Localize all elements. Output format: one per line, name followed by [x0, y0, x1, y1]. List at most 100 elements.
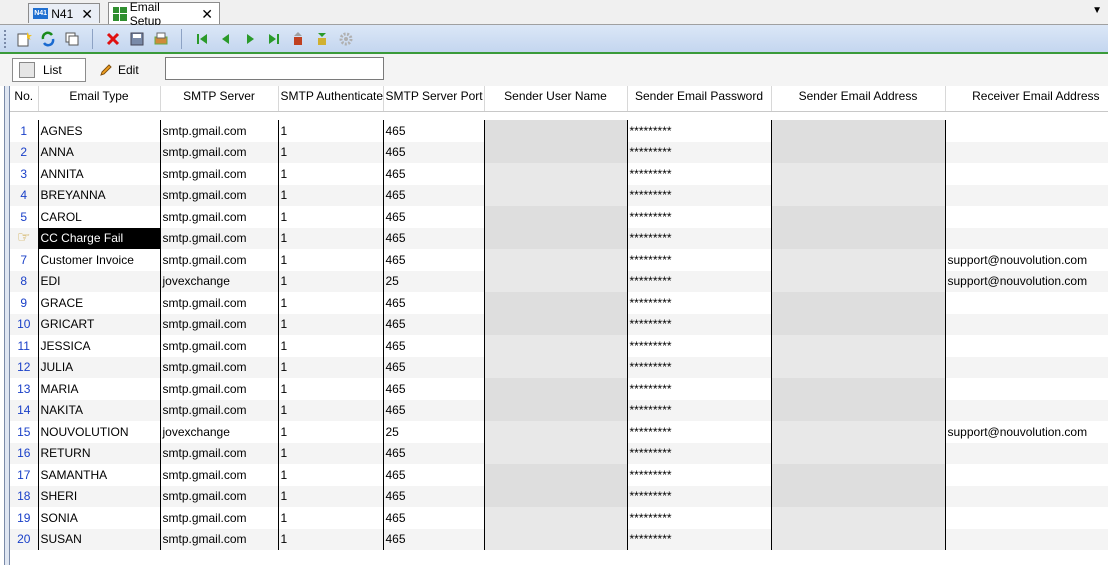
receiver-email-address-cell[interactable]: [944, 141, 1108, 163]
refresh-icon[interactable]: [37, 28, 59, 50]
smtp-port-cell[interactable]: 25: [382, 421, 484, 443]
sender-email-address-cell[interactable]: [770, 421, 945, 443]
row-number[interactable]: 3: [10, 163, 38, 185]
smtp-authenticate-cell[interactable]: 1: [277, 507, 383, 529]
list-mode-button[interactable]: List: [12, 58, 86, 82]
email-type-cell[interactable]: MARIA: [37, 378, 160, 400]
sender-email-address-cell[interactable]: [770, 270, 945, 292]
sender-user-name-cell[interactable]: [483, 464, 627, 486]
smtp-server-cell[interactable]: smtp.gmail.com: [159, 292, 278, 314]
sender-password-cell[interactable]: *********: [626, 249, 771, 271]
sender-password-cell[interactable]: *********: [626, 335, 771, 357]
receiver-email-address-cell[interactable]: [944, 184, 1108, 206]
sender-user-name-cell[interactable]: [483, 249, 627, 271]
row-number[interactable]: 2: [10, 141, 38, 163]
table-row[interactable]: 3 ANNITA smtp.gmail.com 1 465 *********: [10, 163, 1108, 185]
sender-password-cell[interactable]: *********: [626, 120, 771, 142]
table-row[interactable]: 19 SONIA smtp.gmail.com 1 465 *********: [10, 507, 1108, 529]
sender-email-address-cell[interactable]: [770, 163, 945, 185]
row-number[interactable]: 12: [10, 356, 38, 378]
receiver-email-address-cell[interactable]: [944, 206, 1108, 228]
sender-password-cell[interactable]: *********: [626, 184, 771, 206]
sender-password-cell[interactable]: *********: [626, 270, 771, 292]
smtp-port-cell[interactable]: 465: [382, 120, 484, 142]
smtp-server-cell[interactable]: smtp.gmail.com: [159, 227, 278, 249]
sender-password-cell[interactable]: *********: [626, 485, 771, 507]
email-type-cell[interactable]: ANNA: [37, 141, 160, 163]
sender-email-address-cell[interactable]: [770, 292, 945, 314]
sender-user-name-cell[interactable]: [483, 141, 627, 163]
table-row[interactable]: 17 SAMANTHA smtp.gmail.com 1 465 *********: [10, 464, 1108, 486]
table-row[interactable]: 1 AGNES smtp.gmail.com 1 465 *********: [10, 120, 1108, 142]
close-icon[interactable]: ✕: [81, 7, 93, 21]
smtp-authenticate-cell[interactable]: 1: [277, 292, 383, 314]
row-number[interactable]: 14: [10, 399, 38, 421]
table-row[interactable]: 14 NAKITA smtp.gmail.com 1 465 *********: [10, 399, 1108, 421]
new-record-icon[interactable]: [13, 28, 35, 50]
sender-email-address-cell[interactable]: [770, 442, 945, 464]
receiver-email-address-cell[interactable]: [944, 292, 1108, 314]
sender-user-name-cell[interactable]: [483, 421, 627, 443]
sender-email-address-cell[interactable]: [770, 378, 945, 400]
sender-user-name-cell[interactable]: [483, 485, 627, 507]
receiver-email-address-cell[interactable]: [944, 227, 1108, 249]
sender-password-cell[interactable]: *********: [626, 507, 771, 529]
edit-mode-button[interactable]: Edit: [92, 58, 158, 82]
email-type-cell[interactable]: SUSAN: [37, 528, 160, 550]
copy-icon[interactable]: [61, 28, 83, 50]
smtp-authenticate-cell[interactable]: 1: [277, 249, 383, 271]
sender-user-name-cell[interactable]: [483, 528, 627, 550]
receiver-email-address-cell[interactable]: [944, 356, 1108, 378]
export-icon[interactable]: [287, 28, 309, 50]
receiver-email-address-cell[interactable]: [944, 464, 1108, 486]
smtp-server-cell[interactable]: jovexchange: [159, 270, 278, 292]
smtp-authenticate-cell[interactable]: 1: [277, 421, 383, 443]
email-type-cell[interactable]: SAMANTHA: [37, 464, 160, 486]
table-row[interactable]: 11 JESSICA smtp.gmail.com 1 465 *********: [10, 335, 1108, 357]
receiver-email-address-cell[interactable]: [944, 163, 1108, 185]
tab-list-dropdown-icon[interactable]: ▼: [1092, 5, 1102, 16]
close-icon[interactable]: ✕: [201, 7, 213, 21]
receiver-email-address-cell[interactable]: [944, 528, 1108, 550]
smtp-port-cell[interactable]: 465: [382, 378, 484, 400]
settings-gear-icon[interactable]: [335, 28, 357, 50]
print-icon[interactable]: [150, 28, 172, 50]
smtp-port-cell[interactable]: 465: [382, 485, 484, 507]
row-number[interactable]: 8: [10, 270, 38, 292]
sender-email-address-cell[interactable]: [770, 528, 945, 550]
table-row[interactable]: 9 GRACE smtp.gmail.com 1 465 *********: [10, 292, 1108, 314]
row-number[interactable]: 7: [10, 249, 38, 271]
email-type-cell[interactable]: NOUVOLUTION: [37, 421, 160, 443]
email-type-cell[interactable]: EDI: [37, 270, 160, 292]
receiver-email-address-cell[interactable]: [944, 313, 1108, 335]
smtp-server-cell[interactable]: jovexchange: [159, 421, 278, 443]
smtp-port-cell[interactable]: 465: [382, 141, 484, 163]
smtp-port-cell[interactable]: 465: [382, 227, 484, 249]
smtp-port-cell[interactable]: 465: [382, 206, 484, 228]
smtp-server-cell[interactable]: smtp.gmail.com: [159, 356, 278, 378]
sender-password-cell[interactable]: *********: [626, 399, 771, 421]
col-header-smtp-authenticate[interactable]: SMTP Authenticate: [278, 86, 384, 112]
smtp-authenticate-cell[interactable]: 1: [277, 184, 383, 206]
receiver-email-address-cell[interactable]: support@nouvolution.com: [944, 421, 1108, 443]
table-row[interactable]: 8 EDI jovexchange 1 25 ********* support@nouvo…: [10, 270, 1108, 292]
smtp-port-cell[interactable]: 465: [382, 184, 484, 206]
table-row[interactable]: 15 NOUVOLUTION jovexchange 1 25 ********* supp…: [10, 421, 1108, 443]
col-header-receiver-email-address[interactable]: Receiver Email Address: [945, 86, 1108, 112]
smtp-port-cell[interactable]: 465: [382, 335, 484, 357]
col-header-smtp-server[interactable]: SMTP Server: [160, 86, 279, 112]
smtp-server-cell[interactable]: smtp.gmail.com: [159, 249, 278, 271]
smtp-authenticate-cell[interactable]: 1: [277, 464, 383, 486]
sender-password-cell[interactable]: *********: [626, 442, 771, 464]
first-record-icon[interactable]: [191, 28, 213, 50]
receiver-email-address-cell[interactable]: [944, 485, 1108, 507]
row-number[interactable]: 19: [10, 507, 38, 529]
smtp-port-cell[interactable]: 465: [382, 507, 484, 529]
smtp-server-cell[interactable]: smtp.gmail.com: [159, 184, 278, 206]
receiver-email-address-cell[interactable]: support@nouvolution.com: [944, 249, 1108, 271]
sender-email-address-cell[interactable]: [770, 249, 945, 271]
smtp-server-cell[interactable]: smtp.gmail.com: [159, 464, 278, 486]
toolbar-grip[interactable]: [4, 29, 12, 48]
row-number[interactable]: 13: [10, 378, 38, 400]
sender-password-cell[interactable]: *********: [626, 163, 771, 185]
